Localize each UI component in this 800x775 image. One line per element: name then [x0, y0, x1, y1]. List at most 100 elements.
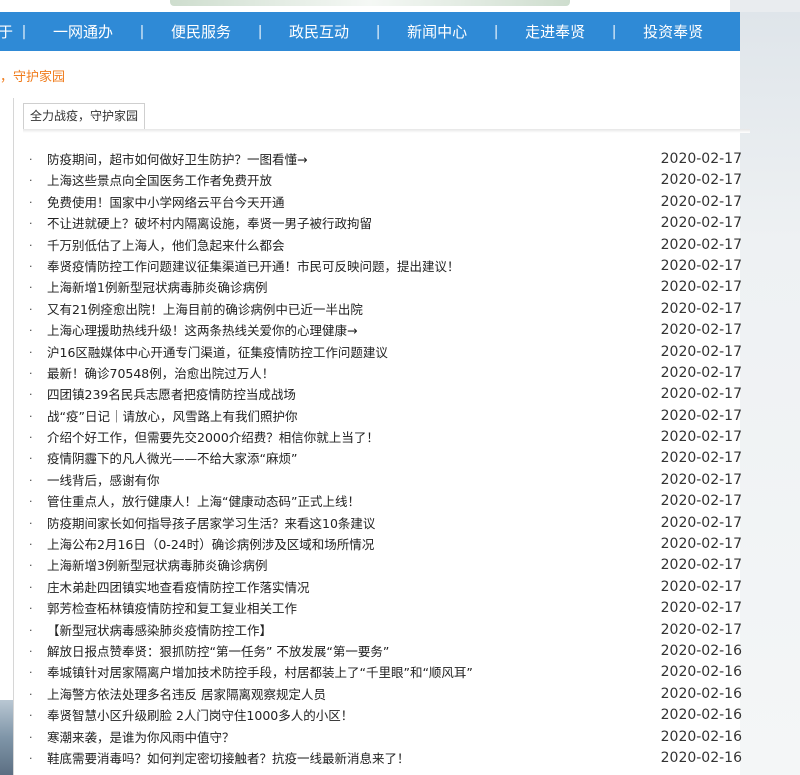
news-item: · 上海警方依法处理多名违反 居家隔离观察规定人员 2020-02-16	[23, 684, 750, 705]
breadcrumb[interactable]: ，守护家园	[0, 66, 65, 85]
news-item-title-link[interactable]: 免费使用！国家中小学网络云平台今天开通	[47, 192, 285, 213]
main-navigation: 于 | 一网通办 | 便民服务 | 政民互动 | 新闻中心 | 走进奉贤 | 投…	[0, 12, 740, 51]
news-item-date: 2020-02-16	[660, 642, 742, 659]
news-item: · 郭芳检查柘林镇疫情防控和复工复业相关工作 2020-02-17	[23, 598, 750, 619]
nav-item-invest-fengxian[interactable]: 投资奉贤	[643, 21, 703, 42]
bullet-icon: ·	[29, 666, 33, 680]
news-item-title-link[interactable]: 解放日报点赞奉贤：狠抓防控“第一任务” 不放发展“第一要务”	[47, 641, 389, 662]
news-item: · 沪16区融媒体中心开通专门渠道，征集疫情防控工作问题建议 2020-02-17	[23, 342, 750, 363]
nav-item-online-services[interactable]: 一网通办	[53, 21, 113, 42]
news-item-title-link[interactable]: 上海公布2月16日（0-24时）确诊病例涉及区域和场所情况	[47, 534, 374, 555]
news-item-title-link[interactable]: 奉贤疫情防控工作问题建议征集渠道已开通！市民可反映问题，提出建议！	[47, 256, 460, 277]
bullet-icon: ·	[29, 473, 33, 487]
news-item-title-link[interactable]: 鞋底需要消毒吗？如何判定密切接触者？抗疫一线最新消息来了！	[47, 748, 410, 769]
news-item-title-link[interactable]: 寒潮来袭，是谁为你风雨中值守？	[47, 727, 235, 748]
bullet-icon: ·	[29, 495, 33, 509]
news-item: · 鞋底需要消毒吗？如何判定密切接触者？抗疫一线最新消息来了！ 2020-02-16	[23, 748, 750, 769]
news-item-title-link[interactable]: 千万别低估了上海人，他们急起来什么都会	[47, 235, 285, 256]
news-item-title-link[interactable]: 四团镇239名民兵志愿者把疫情防控当成战场	[47, 384, 296, 405]
bullet-icon: ·	[29, 623, 33, 637]
bullet-icon: ·	[29, 452, 33, 466]
news-item: · 四团镇239名民兵志愿者把疫情防控当成战场 2020-02-17	[23, 384, 750, 405]
bullet-icon: ·	[29, 431, 33, 445]
news-item-title-link[interactable]: 上海这些景点向全国医务工作者免费开放	[47, 170, 272, 191]
news-item: · 上海公布2月16日（0-24时）确诊病例涉及区域和场所情况 2020-02-17	[23, 534, 750, 555]
nav-separator: |	[375, 23, 381, 40]
site-header-banner	[0, 0, 800, 12]
news-item: · 上海新增1例新型冠状病毒肺炎确诊病例 2020-02-17	[23, 277, 750, 298]
news-item: · 庄木弟赴四团镇实地查看疫情防控工作落实情况 2020-02-17	[23, 577, 750, 598]
news-item: · 战“疫”日记｜请放心，风雪路上有我们照护你 2020-02-17	[23, 406, 750, 427]
tab-bar-shadow	[23, 129, 750, 133]
bullet-icon: ·	[29, 238, 33, 252]
header-right-area	[730, 0, 800, 12]
news-item-title-link[interactable]: 奉城镇针对居家隔离户增加技术防控手段，村居都装上了“千里眼”和“顺风耳”	[47, 662, 473, 683]
bullet-icon: ·	[29, 195, 33, 209]
tab-bar: 全力战疫，守护家园	[23, 100, 750, 130]
news-item-title-link[interactable]: 又有21例痊愈出院！上海目前的确诊病例中已近一半出院	[47, 299, 363, 320]
bullet-icon: ·	[29, 281, 33, 295]
news-item-title-link[interactable]: 战“疫”日记｜请放心，风雪路上有我们照护你	[47, 406, 297, 427]
news-item-title-link[interactable]: 防疫期间，超市如何做好卫生防护？一图看懂→	[47, 149, 307, 170]
news-item-title-link[interactable]: 一线背后，感谢有你	[47, 470, 160, 491]
news-item-title-link[interactable]: 上海新增1例新型冠状病毒肺炎确诊病例	[47, 277, 267, 298]
news-item-date: 2020-02-16	[660, 749, 742, 766]
nav-item-interaction[interactable]: 政民互动	[289, 21, 349, 42]
nav-item-public-services[interactable]: 便民服务	[171, 21, 231, 42]
news-item: · 千万别低估了上海人，他们急起来什么都会 2020-02-17	[23, 235, 750, 256]
bullet-icon: ·	[29, 687, 33, 701]
news-item-title-link[interactable]: 上海新增3例新型冠状病毒肺炎确诊病例	[47, 555, 267, 576]
news-item-date: 2020-02-17	[660, 536, 742, 553]
news-item-title-link[interactable]: 庄木弟赴四团镇实地查看疫情防控工作落实情况	[47, 577, 310, 598]
news-item-date: 2020-02-17	[660, 257, 742, 274]
bullet-icon: ·	[29, 709, 33, 723]
news-item: · 奉贤疫情防控工作问题建议征集渠道已开通！市民可反映问题，提出建议！ 2020-0…	[23, 256, 750, 277]
bullet-icon: ·	[29, 324, 33, 338]
news-item-title-link[interactable]: 【新型冠状病毒感染肺炎疫情防控工作】	[47, 620, 272, 641]
tab-fight-epidemic[interactable]: 全力战疫，守护家园	[23, 103, 146, 130]
news-item-date: 2020-02-17	[660, 471, 742, 488]
news-item-date: 2020-02-17	[660, 429, 742, 446]
news-item: · 介绍个好工作，但需要先交2000介绍费？相信你就上当了！ 2020-02-17	[23, 427, 750, 448]
news-item-title-link[interactable]: 最新！确诊70548例，治愈出院过万人！	[47, 363, 274, 384]
nav-separator: |	[21, 23, 27, 40]
nav-item-about-fengxian[interactable]: 走进奉贤	[525, 21, 585, 42]
news-item: · 疫情阴霾下的凡人微光——不给大家添“麻烦” 2020-02-17	[23, 448, 750, 469]
news-item-title-link[interactable]: 防疫期间家长如何指导孩子居家学习生活？来看这10条建议	[47, 513, 375, 534]
news-item-title-link[interactable]: 沪16区融媒体中心开通专门渠道，征集疫情防控工作问题建议	[47, 342, 388, 363]
news-item: · 上海心理援助热线升级！这两条热线关爱你的心理健康→ 2020-02-17	[23, 320, 750, 341]
nav-item-news-center[interactable]: 新闻中心	[407, 21, 467, 42]
news-item-date: 2020-02-17	[660, 193, 742, 210]
bullet-icon: ·	[29, 602, 33, 616]
news-item-title-link[interactable]: 上海警方依法处理多名违反 居家隔离观察规定人员	[47, 684, 326, 705]
news-item-date: 2020-02-17	[660, 215, 742, 232]
nav-separator: |	[493, 23, 499, 40]
bullet-icon: ·	[29, 259, 33, 273]
news-item-title-link[interactable]: 介绍个好工作，但需要先交2000介绍费？相信你就上当了！	[47, 427, 379, 448]
news-item: · 最新！确诊70548例，治愈出院过万人！ 2020-02-17	[23, 363, 750, 384]
news-item-title-link[interactable]: 疫情阴霾下的凡人微光——不给大家添“麻烦”	[47, 448, 297, 469]
news-item-title-link[interactable]: 郭芳检查柘林镇疫情防控和复工复业相关工作	[47, 598, 297, 619]
header-title-cropped	[170, 0, 570, 6]
bullet-icon: ·	[29, 217, 33, 231]
bullet-icon: ·	[29, 730, 33, 744]
bullet-icon: ·	[29, 409, 33, 423]
bullet-icon: ·	[29, 388, 33, 402]
news-item: · 不让进就硬上？破坏村内隔离设施，奉贤一男子被行政拘留 2020-02-17	[23, 213, 750, 234]
nav-separator: |	[257, 23, 263, 40]
news-item-date: 2020-02-17	[660, 621, 742, 638]
bullet-icon: ·	[29, 174, 33, 188]
news-item-title-link[interactable]: 上海心理援助热线升级！这两条热线关爱你的心理健康→	[47, 320, 357, 341]
news-item-title-link[interactable]: 管住重点人，放行健康人！上海“健康动态码”正式上线！	[47, 491, 360, 512]
bullet-icon: ·	[29, 366, 33, 380]
news-item-title-link[interactable]: 奉贤智慧小区升级刷脸 2人门岗守住1000多人的小区！	[47, 705, 353, 726]
news-item: · 防疫期间家长如何指导孩子居家学习生活？来看这10条建议 2020-02-17	[23, 513, 750, 534]
news-item-date: 2020-02-17	[660, 343, 742, 360]
news-item: · 防疫期间，超市如何做好卫生防护？一图看懂→ 2020-02-17	[23, 149, 750, 170]
left-panel-border	[13, 98, 14, 775]
nav-separator: |	[139, 23, 145, 40]
nav-item-cropped[interactable]: 于	[0, 21, 13, 42]
bullet-icon: ·	[29, 153, 33, 166]
news-item-title-link[interactable]: 不让进就硬上？破坏村内隔离设施，奉贤一男子被行政拘留	[47, 213, 372, 234]
bullet-icon: ·	[29, 302, 33, 316]
